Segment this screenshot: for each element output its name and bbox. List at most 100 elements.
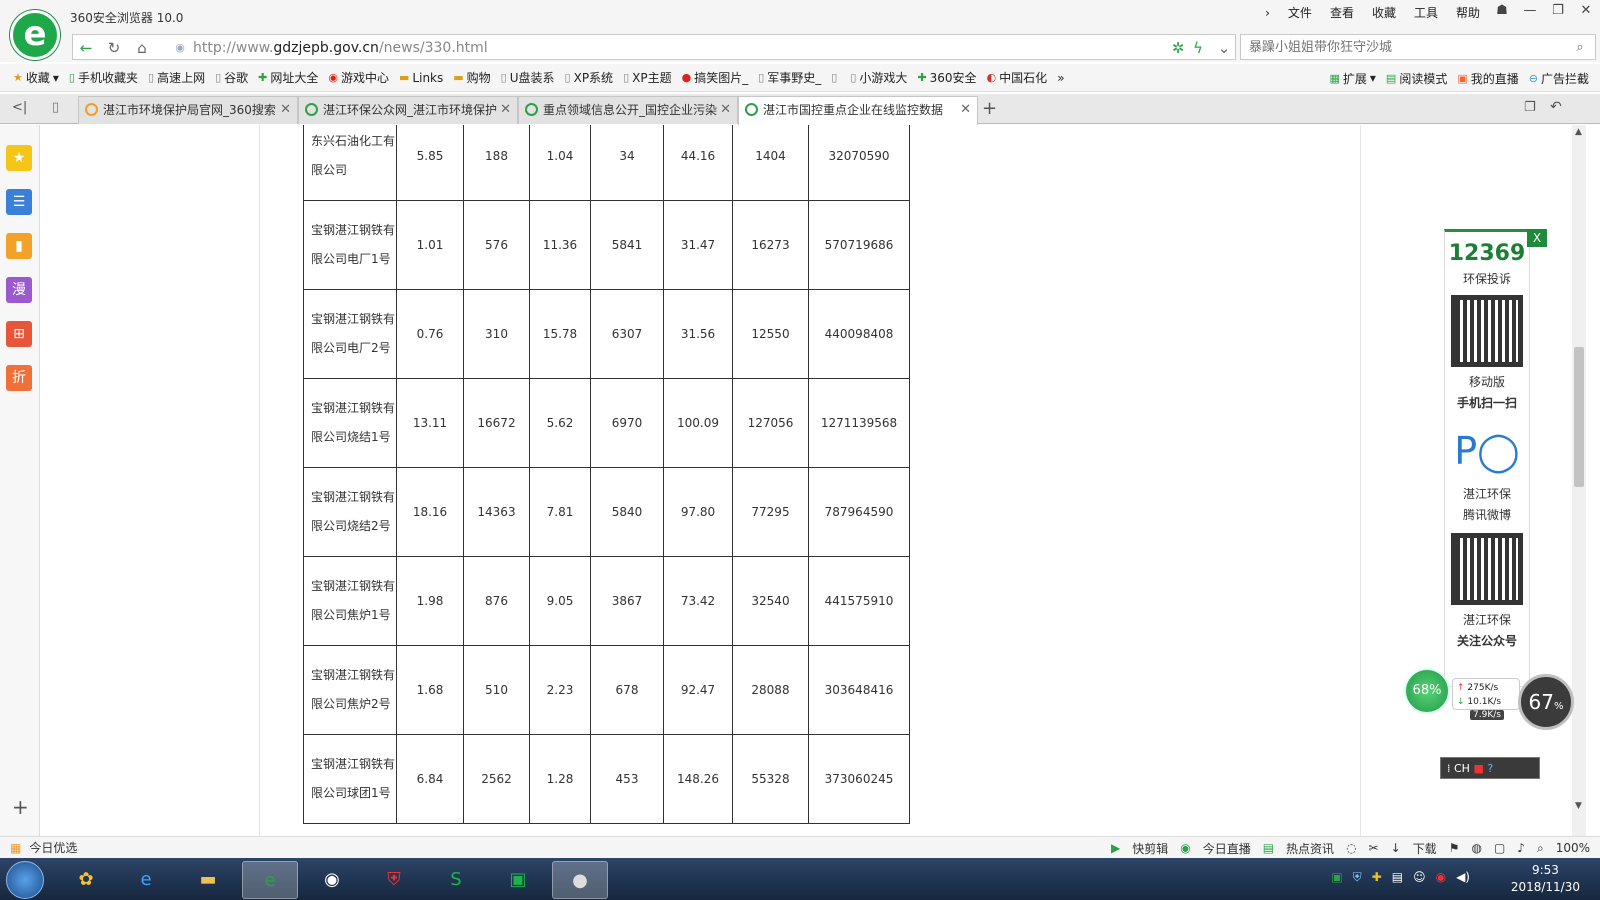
- address-bar[interactable]: ← ↻ ⌂ ◉ http://www.gdzjepb.gov.cn/news/3…: [72, 34, 1236, 60]
- bookmark-item[interactable]: ✚ 网址大全: [253, 69, 323, 86]
- skin-icon[interactable]: ☗: [1488, 0, 1516, 22]
- iqiyi-icon[interactable]: ▣: [490, 861, 546, 899]
- ie-icon[interactable]: e: [118, 861, 174, 899]
- scroll-up-icon[interactable]: ▲: [1575, 127, 1582, 137]
- back-arrow-icon[interactable]: ←: [75, 38, 97, 58]
- game-controller-icon[interactable]: ⊞: [6, 321, 32, 347]
- bookmark-item[interactable]: ▯ XP主题: [618, 69, 677, 86]
- news-list-icon[interactable]: ☰: [6, 189, 32, 215]
- adblock-button[interactable]: ⊖ 广告拦截: [1524, 70, 1594, 87]
- browser-taskbar-icon[interactable]: e: [242, 861, 298, 899]
- search-box[interactable]: ⌕: [1240, 34, 1596, 60]
- bookmark-item[interactable]: ✚ 360安全: [912, 69, 981, 86]
- favorites-star-icon[interactable]: ★: [6, 145, 32, 171]
- cpu-meter[interactable]: 68%: [1404, 668, 1450, 714]
- security-shield-icon[interactable]: ⛨: [366, 861, 422, 899]
- maximize-button[interactable]: ❐: [1544, 0, 1572, 22]
- start-button[interactable]: [6, 861, 44, 899]
- comic-icon[interactable]: 漫: [6, 277, 32, 303]
- search-icon[interactable]: ⌕: [1569, 38, 1591, 58]
- menu-tools[interactable]: 工具: [1406, 3, 1446, 23]
- live-button[interactable]: ▣ 我的直播: [1452, 70, 1523, 87]
- bookmark-item[interactable]: ▯ XP系统: [560, 69, 619, 86]
- bookmark-item[interactable]: ● 搞笑图片_: [677, 69, 754, 86]
- ime-help-icon[interactable]: ?: [1487, 762, 1493, 775]
- sidebar-toggle-icon[interactable]: <|: [12, 100, 27, 115]
- widget-close-button[interactable]: X: [1527, 229, 1547, 247]
- bookmark-item[interactable]: ▯ 小游戏大: [845, 69, 912, 86]
- bookmark-item[interactable]: ▯: [826, 71, 845, 84]
- refresh-icon[interactable]: ↻: [103, 38, 125, 58]
- menu-view[interactable]: 查看: [1322, 3, 1362, 23]
- bookmark-item[interactable]: ▬ Links: [394, 71, 448, 85]
- close-tab-icon[interactable]: ✕: [720, 97, 731, 123]
- bookmark-item[interactable]: ▯ 手机收藏夹: [64, 69, 143, 86]
- media-icon[interactable]: ●: [552, 861, 608, 899]
- tray-antivirus-icon[interactable]: ◉: [1436, 870, 1446, 885]
- ime-mode-icon[interactable]: ■: [1473, 762, 1483, 775]
- flag-icon[interactable]: ⚑: [1445, 841, 1464, 855]
- quick-clip-link[interactable]: 快剪辑: [1128, 840, 1172, 857]
- ime-bar[interactable]: ⁞ CH ■ ?: [1440, 757, 1540, 779]
- tray-network-icon[interactable]: ▤: [1392, 870, 1403, 885]
- download-link[interactable]: 下载: [1409, 840, 1441, 857]
- tray-qq-icon[interactable]: ☺: [1413, 870, 1426, 885]
- scroll-thumb[interactable]: [1574, 347, 1584, 487]
- window-icon[interactable]: ▢: [1490, 841, 1509, 855]
- memory-meter[interactable]: 67%: [1518, 674, 1574, 730]
- reading-mode-button[interactable]: ▤ 阅读模式: [1381, 70, 1452, 87]
- scroll-down-icon[interactable]: ▼: [1575, 801, 1582, 811]
- bookmark-favorites[interactable]: ★ 收藏 ▾: [8, 69, 64, 86]
- close-tab-icon[interactable]: ✕: [280, 97, 291, 123]
- tab-disclosure[interactable]: 重点领域信息公开_国控企业污染 ✕: [518, 96, 738, 124]
- ime-language[interactable]: CH: [1454, 762, 1470, 775]
- speedup-icon[interactable]: ◌: [1342, 841, 1360, 855]
- undo-icon[interactable]: ↶: [1550, 99, 1562, 115]
- close-button[interactable]: ✕: [1572, 0, 1600, 22]
- lightning-icon[interactable]: ϟ: [1187, 38, 1209, 58]
- bookmark-item[interactable]: ▯ 军事野史_: [753, 69, 826, 86]
- taskbar-clock[interactable]: 9:53 2018/11/30: [1511, 862, 1580, 896]
- tools-icon[interactable]: ✂: [1365, 841, 1383, 855]
- tab-zhanjiang-env[interactable]: 湛江环保公众网_湛江市环境保护 ✕: [298, 96, 518, 124]
- bookmarks-more[interactable]: »: [1052, 71, 1069, 85]
- tab-monitoring-data[interactable]: 湛江市国控重点企业在线监控数据 ✕: [738, 96, 978, 125]
- tray-shield-icon[interactable]: ⛨: [1353, 870, 1362, 885]
- home-icon[interactable]: ⌂: [131, 38, 153, 58]
- close-tab-icon[interactable]: ✕: [500, 97, 511, 123]
- weibo-logo-icon[interactable]: P◯: [1445, 421, 1529, 481]
- extensions-button[interactable]: ▦ 扩展 ▾: [1324, 70, 1380, 87]
- cleanup-icon[interactable]: ◍: [1467, 841, 1485, 855]
- menu-file[interactable]: 文件: [1280, 3, 1320, 23]
- wps-icon[interactable]: S: [428, 861, 484, 899]
- search-input[interactable]: [1249, 38, 1549, 56]
- explorer-icon[interactable]: ▬: [180, 861, 236, 899]
- live-link[interactable]: 今日直播: [1199, 840, 1255, 857]
- daily-picks-link[interactable]: 今日优选: [29, 839, 77, 856]
- speed-mode-icon[interactable]: ✲: [1167, 38, 1189, 58]
- taskbar-eye-icon[interactable]: ◉: [304, 861, 360, 899]
- vertical-scrollbar[interactable]: ▲ ▼: [1572, 125, 1586, 836]
- novel-book-icon[interactable]: ▮: [6, 233, 32, 259]
- volume-icon[interactable]: ♪: [1513, 841, 1529, 855]
- url-text[interactable]: http://www.gdzjepb.gov.cn/news/330.html: [193, 40, 488, 56]
- taskbar-app-icon[interactable]: ✿: [58, 861, 114, 899]
- menu-help[interactable]: 帮助: [1448, 3, 1488, 23]
- bookmark-item[interactable]: ◐ 中国石化: [982, 69, 1053, 86]
- bookmark-item[interactable]: ▬ 购物: [448, 69, 495, 86]
- tab-search[interactable]: 湛江市环境保护局官网_360搜索 ✕: [78, 96, 298, 124]
- menu-favorites[interactable]: 收藏: [1364, 3, 1404, 23]
- menu-chevron-icon[interactable]: ›: [1257, 3, 1278, 23]
- bookmark-item[interactable]: ▯ 谷歌: [210, 69, 253, 86]
- bookmark-item[interactable]: ▯ 高速上网: [143, 69, 210, 86]
- tray-wps-icon[interactable]: ▣: [1331, 870, 1342, 885]
- bookmark-item[interactable]: ▯ U盘装系: [496, 69, 560, 86]
- discount-icon[interactable]: 折: [6, 365, 32, 391]
- tray-plus-icon[interactable]: ✚: [1372, 870, 1382, 885]
- minimize-button[interactable]: —: [1516, 0, 1544, 22]
- restore-tabs-icon[interactable]: ❐: [1524, 100, 1536, 115]
- bookmark-item[interactable]: ◉ 游戏中心: [323, 69, 394, 86]
- new-tab-button[interactable]: +: [982, 98, 997, 119]
- tab-list-icon[interactable]: ▯: [52, 100, 59, 115]
- dropdown-chevron-icon[interactable]: ⌄: [1213, 38, 1235, 58]
